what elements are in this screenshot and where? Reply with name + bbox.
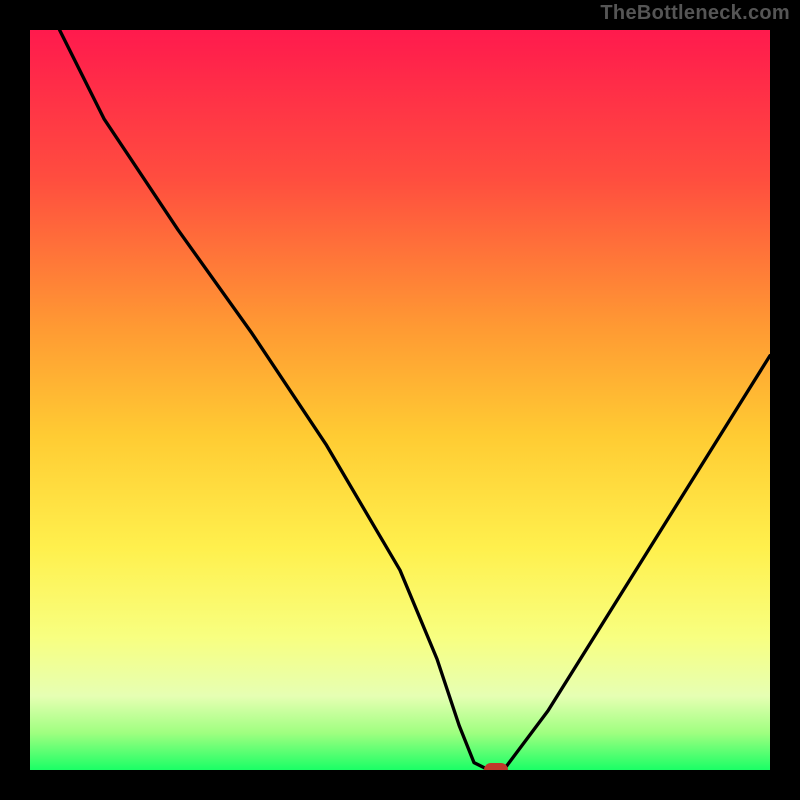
chart-frame: TheBottleneck.com — [0, 0, 800, 800]
plot-area — [30, 30, 770, 770]
watermark-text: TheBottleneck.com — [600, 2, 790, 25]
bottleneck-curve — [30, 30, 770, 770]
optimum-marker — [484, 763, 508, 770]
